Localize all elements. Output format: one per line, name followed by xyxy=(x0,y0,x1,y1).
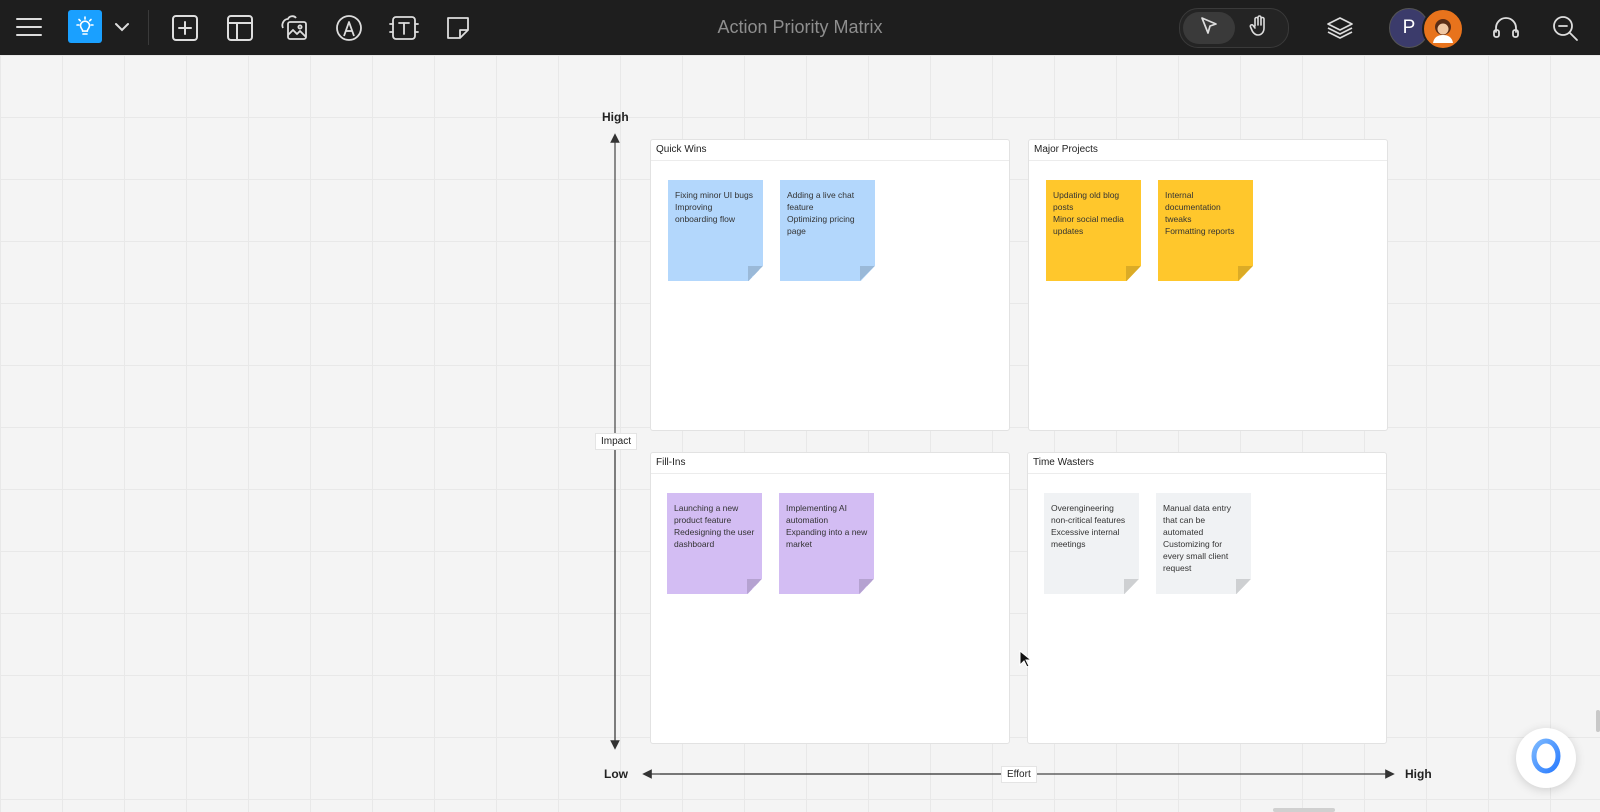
note-line: Improving onboarding flow xyxy=(675,202,736,224)
sticky-note[interactable]: Adding a live chat feature Optimizing pr… xyxy=(780,180,875,281)
quadrant-major-projects[interactable]: Major Projects Updating old blog posts M… xyxy=(1028,139,1388,431)
note-line: Excessive internal meetings xyxy=(1051,527,1120,549)
note-line: Launching a new product feature xyxy=(674,503,739,525)
note-line: Overengineering non-critical features xyxy=(1051,503,1126,525)
sticky-note[interactable]: Launching a new product feature Redesign… xyxy=(667,493,762,594)
note-line: Internal documentation tweaks xyxy=(1165,190,1221,224)
vertical-scrollbar[interactable] xyxy=(1596,710,1600,732)
sticky-note[interactable]: Manual data entry that can be automated … xyxy=(1156,493,1251,594)
sticky-note[interactable]: Overengineering non-critical features Ex… xyxy=(1044,493,1139,594)
note-line: Optimizing pricing page xyxy=(787,214,855,236)
horizontal-scrollbar[interactable] xyxy=(1273,808,1335,812)
quadrant-title: Quick Wins xyxy=(651,140,1009,161)
quadrant-fill-ins[interactable]: Fill-Ins Launching a new product feature… xyxy=(650,452,1010,744)
note-line: Minor social media updates xyxy=(1053,214,1124,236)
note-line: Formatting reports xyxy=(1165,226,1235,236)
effort-low-label: Low xyxy=(604,767,628,781)
quadrant-title: Major Projects xyxy=(1029,140,1387,161)
quadrant-time-wasters[interactable]: Time Wasters Overengineering non-critica… xyxy=(1027,452,1387,744)
mouse-pointer-icon xyxy=(1019,649,1033,673)
sticky-note[interactable]: Internal documentation tweaks Formatting… xyxy=(1158,180,1253,281)
note-line: Fixing minor UI bugs xyxy=(675,190,753,200)
sticky-note[interactable]: Fixing minor UI bugs Improving onboardin… xyxy=(668,180,763,281)
quadrant-quick-wins[interactable]: Quick Wins Fixing minor UI bugs Improvin… xyxy=(650,139,1010,431)
note-line: Implementing AI automation xyxy=(786,503,847,525)
note-line: Customizing for every small client reque… xyxy=(1163,539,1229,573)
quadrant-title: Time Wasters xyxy=(1028,453,1386,474)
sticky-note[interactable]: Implementing AI automation Expanding int… xyxy=(779,493,874,594)
note-line: Manual data entry that can be automated xyxy=(1163,503,1232,537)
note-line: Updating old blog posts xyxy=(1053,190,1120,212)
note-line: Adding a live chat feature xyxy=(787,190,855,212)
note-line: Expanding into a new market xyxy=(786,527,868,549)
quadrant-title: Fill-Ins xyxy=(651,453,1009,474)
note-line: Redesigning the user dashboard xyxy=(674,527,755,549)
impact-high-label: High xyxy=(602,110,629,124)
impact-axis-label: Impact xyxy=(595,433,638,450)
effort-high-label: High xyxy=(1405,767,1432,781)
assistant-ring-icon xyxy=(1526,736,1566,781)
sticky-note[interactable]: Updating old blog posts Minor social med… xyxy=(1046,180,1141,281)
effort-axis-label: Effort xyxy=(1001,766,1037,783)
assistant-button[interactable] xyxy=(1516,728,1576,788)
